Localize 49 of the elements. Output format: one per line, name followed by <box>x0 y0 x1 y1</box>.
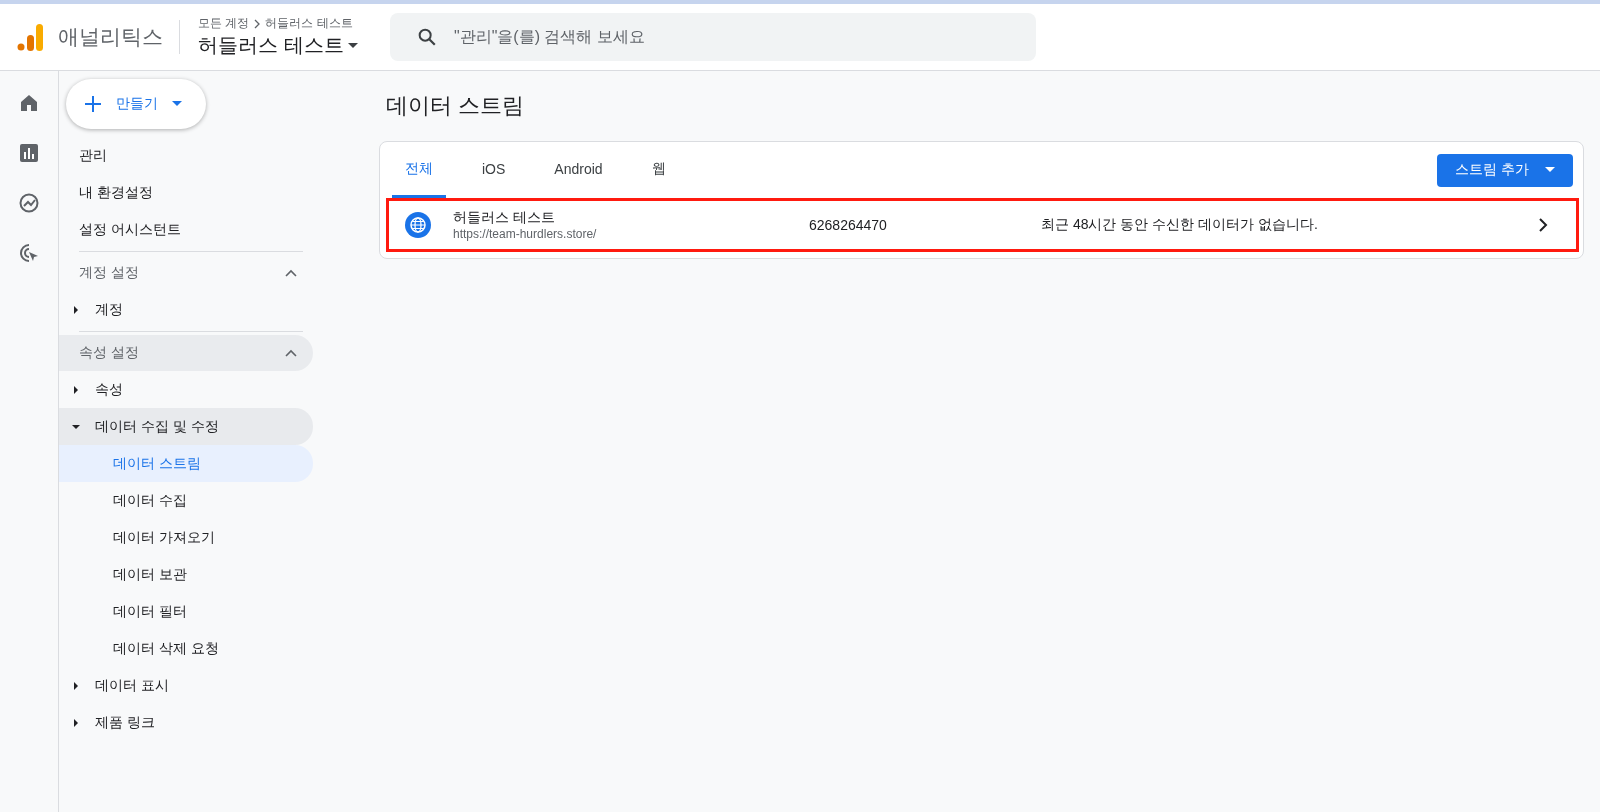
sidebar-subitem[interactable]: 데이터 스트림 <box>59 445 313 482</box>
caret-icon <box>73 718 79 727</box>
caret-icon <box>73 385 79 394</box>
caret-icon <box>73 305 79 314</box>
chevron-right-icon <box>1538 217 1548 233</box>
section-header[interactable]: 속성 설정 <box>59 335 313 371</box>
section-header[interactable]: 계정 설정 <box>59 255 313 291</box>
plus-icon <box>84 95 102 113</box>
breadcrumb-link[interactable]: 모든 계정 <box>198 15 250 32</box>
filter-tab[interactable]: 전체 <box>392 142 446 198</box>
chevron-right-icon <box>253 18 262 29</box>
property-selector[interactable]: 허들러스 테스트 <box>198 32 380 59</box>
caret-icon <box>72 423 80 430</box>
stream-status: 최근 48시간 동안 수신한 데이터가 없습니다. <box>1041 216 1319 234</box>
create-button[interactable]: 만들기 <box>66 79 206 129</box>
sidebar-subitem[interactable]: 데이터 가져오기 <box>59 519 313 556</box>
sidebar-item[interactable]: 계정 <box>59 291 313 328</box>
filter-tab[interactable]: 웹 <box>638 142 679 198</box>
caret-down-icon <box>172 101 182 107</box>
globe-icon <box>405 212 431 238</box>
product-name: 애널리틱스 <box>58 24 163 50</box>
add-stream-button[interactable]: 스트림 추가 <box>1437 153 1573 187</box>
sidebar-subitem[interactable]: 데이터 삭제 요청 <box>59 630 313 667</box>
page-title: 데이터 스트림 <box>386 92 526 120</box>
sidebar-item[interactable]: 데이터 수집 및 수정 <box>59 408 313 445</box>
caret-icon <box>73 681 79 690</box>
sidebar-subitem[interactable]: 데이터 수집 <box>59 482 313 519</box>
search-icon <box>416 26 438 48</box>
filter-tab[interactable]: iOS <box>469 142 519 198</box>
sidebar-link[interactable]: 내 환경설정 <box>59 174 313 211</box>
search-field[interactable]: "관리"을(를) 검색해 보세요 <box>390 13 1036 61</box>
sidebar-subitem[interactable]: 데이터 보관 <box>59 556 313 593</box>
sidebar-item[interactable]: 데이터 표시 <box>59 667 313 704</box>
sidebar-link[interactable]: 설정 어시스턴트 <box>59 211 313 248</box>
bar-chart-logo-icon <box>16 22 44 52</box>
breadcrumb-link[interactable]: 허들러스 테스트 <box>265 15 353 32</box>
chevron-up-icon <box>285 269 297 277</box>
stream-url: https://team-hurdlers.store/ <box>453 227 598 241</box>
stream-row[interactable]: 허들러스 테스트 https://team-hurdlers.store/ 6268264470 최근 48시간 동안 수신한 데이터가 없습니다. <box>386 198 1579 252</box>
stream-id: 6268264470 <box>809 217 888 233</box>
sidebar-item[interactable]: 속성 <box>59 371 313 408</box>
filter-tab[interactable]: Android <box>541 142 616 198</box>
caret-down-icon <box>347 42 358 49</box>
sidebar-item[interactable]: 제품 링크 <box>59 704 313 741</box>
chevron-up-icon <box>285 349 297 357</box>
stream-name: 허들러스 테스트 <box>453 209 556 227</box>
caret-down-icon <box>1545 167 1555 173</box>
sidebar-subitem[interactable]: 데이터 필터 <box>59 593 313 630</box>
sidebar-link[interactable]: 관리 <box>59 137 313 174</box>
